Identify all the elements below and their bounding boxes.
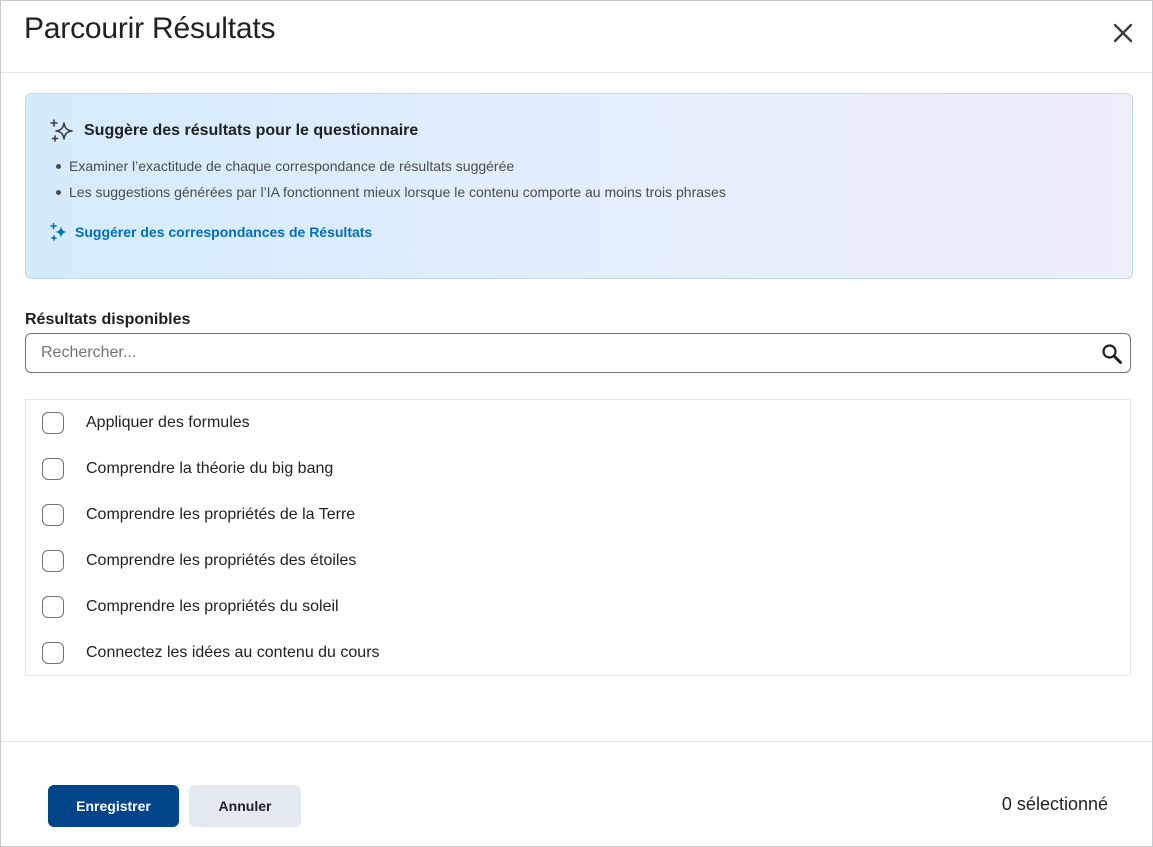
- outcome-checkbox[interactable]: [42, 504, 64, 526]
- tip-item: Examiner l’exactitude de chaque correspo…: [56, 156, 726, 182]
- outcome-label[interactable]: Comprendre les propriétés du soleil: [86, 598, 339, 616]
- outcome-label[interactable]: Connectez les idées au contenu du cours: [86, 644, 380, 662]
- list-item: Connectez les idées au contenu du cours: [26, 630, 1130, 676]
- save-button[interactable]: Enregistrer: [48, 785, 179, 827]
- close-icon: [1113, 23, 1133, 43]
- close-button[interactable]: [1107, 17, 1139, 49]
- search-input[interactable]: [26, 334, 1101, 372]
- suggestions-tips: Examiner l’exactitude de chaque correspo…: [56, 156, 726, 208]
- tip-item: Les suggestions générées par l’IA foncti…: [56, 182, 726, 208]
- outcome-checkbox[interactable]: [42, 412, 64, 434]
- sparkles-icon: [50, 222, 67, 241]
- outcome-checkbox[interactable]: [42, 458, 64, 480]
- search-field: [25, 333, 1131, 373]
- list-item: Comprendre la théorie du big bang: [26, 446, 1130, 492]
- suggest-matches-label: Suggérer des correspondances de Résultat…: [75, 224, 373, 240]
- available-outcomes-label: Résultats disponibles: [25, 311, 191, 328]
- ai-suggestions-panel: Suggère des résultats pour le questionna…: [25, 93, 1133, 279]
- list-item: Comprendre les propriétés du soleil: [26, 584, 1130, 630]
- cancel-button[interactable]: Annuler: [189, 785, 301, 827]
- selected-count: 0 sélectionné: [1001, 794, 1108, 814]
- outcome-label[interactable]: Appliquer des formules: [86, 414, 250, 432]
- suggest-matches-button[interactable]: Suggérer des correspondances de Résultat…: [50, 222, 372, 242]
- suggestions-heading-text: Suggère des résultats pour le questionna…: [84, 122, 419, 139]
- search-icon[interactable]: [1101, 343, 1123, 365]
- dialog-footer: Enregistrer Annuler 0 sélectionné: [1, 741, 1152, 847]
- list-item: Comprendre les propriétés des étoiles: [26, 538, 1130, 584]
- outcome-checkbox[interactable]: [42, 642, 64, 664]
- browse-outcomes-dialog: Parcourir Résultats Suggère des résultat…: [0, 0, 1153, 847]
- outcome-label[interactable]: Comprendre la théorie du big bang: [86, 460, 333, 478]
- dialog-title: Parcourir Résultats: [24, 12, 276, 45]
- outcome-checkbox[interactable]: [42, 550, 64, 572]
- suggestions-heading: Suggère des résultats pour le questionna…: [50, 119, 418, 143]
- list-item: Comprendre les propriétés de la Terre: [26, 492, 1130, 538]
- outcome-label[interactable]: Comprendre les propriétés des étoiles: [86, 552, 356, 570]
- dialog-header: Parcourir Résultats: [1, 1, 1152, 73]
- outcomes-list: Appliquer des formules Comprendre la thé…: [25, 399, 1131, 676]
- list-item: Appliquer des formules: [26, 400, 1130, 446]
- sparkles-icon: [50, 119, 73, 142]
- outcome-label[interactable]: Comprendre les propriétés de la Terre: [86, 506, 355, 524]
- outcome-checkbox[interactable]: [42, 596, 64, 618]
